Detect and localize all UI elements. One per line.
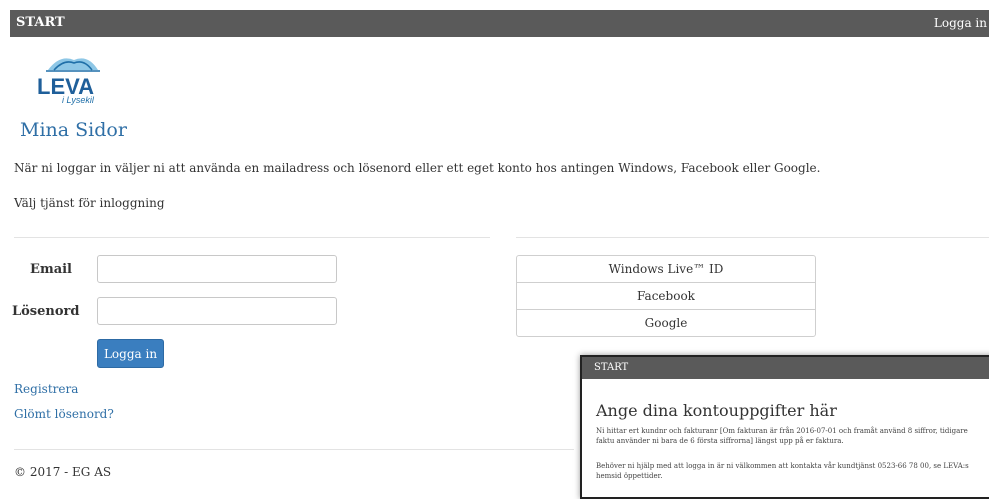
divider [516,237,989,238]
login-provider-list: Windows Live™ ID Facebook Google [516,255,816,337]
password-field[interactable] [97,297,337,325]
choose-service-text: Välj tjänst för inloggning [14,196,165,210]
leva-logo: LEVA i Lysekil [34,50,110,110]
login-button[interactable]: Logga in [97,339,164,368]
google-login-button[interactable]: Google [516,309,816,337]
top-navbar: START Logga in [10,10,989,37]
email-field[interactable] [97,255,337,283]
account-details-popup: START Ange dina kontouppgifter här Ni hi… [580,355,989,499]
divider [14,449,574,450]
brand-link[interactable]: START [16,15,65,30]
footer-copyright: © 2017 - EG AS [14,465,112,479]
page-title: Mina Sidor [20,119,127,141]
password-label: Lösenord [12,304,80,319]
popup-instructions: Ni hittar ert kundnr och fakturanr [Om f… [596,427,968,445]
email-label: Email [30,262,72,277]
logo-graphic: LEVA [37,58,100,99]
windows-live-login-button[interactable]: Windows Live™ ID [516,255,816,283]
popup-help-text: Behöver ni hjälp med att logga in är ni … [596,462,969,480]
divider [14,237,490,238]
logo-subtitle: i Lysekil [62,95,94,105]
popup-title: Ange dina kontouppgifter här [596,401,837,420]
register-link[interactable]: Registrera [14,382,78,396]
popup-brand[interactable]: START [594,362,628,373]
login-nav-link[interactable]: Logga in [934,16,987,30]
facebook-login-button[interactable]: Facebook [516,282,816,310]
forgot-password-link[interactable]: Glömt lösenord? [14,407,114,421]
intro-text: När ni loggar in väljer ni att använda e… [14,161,821,175]
popup-navbar: START [582,357,989,379]
